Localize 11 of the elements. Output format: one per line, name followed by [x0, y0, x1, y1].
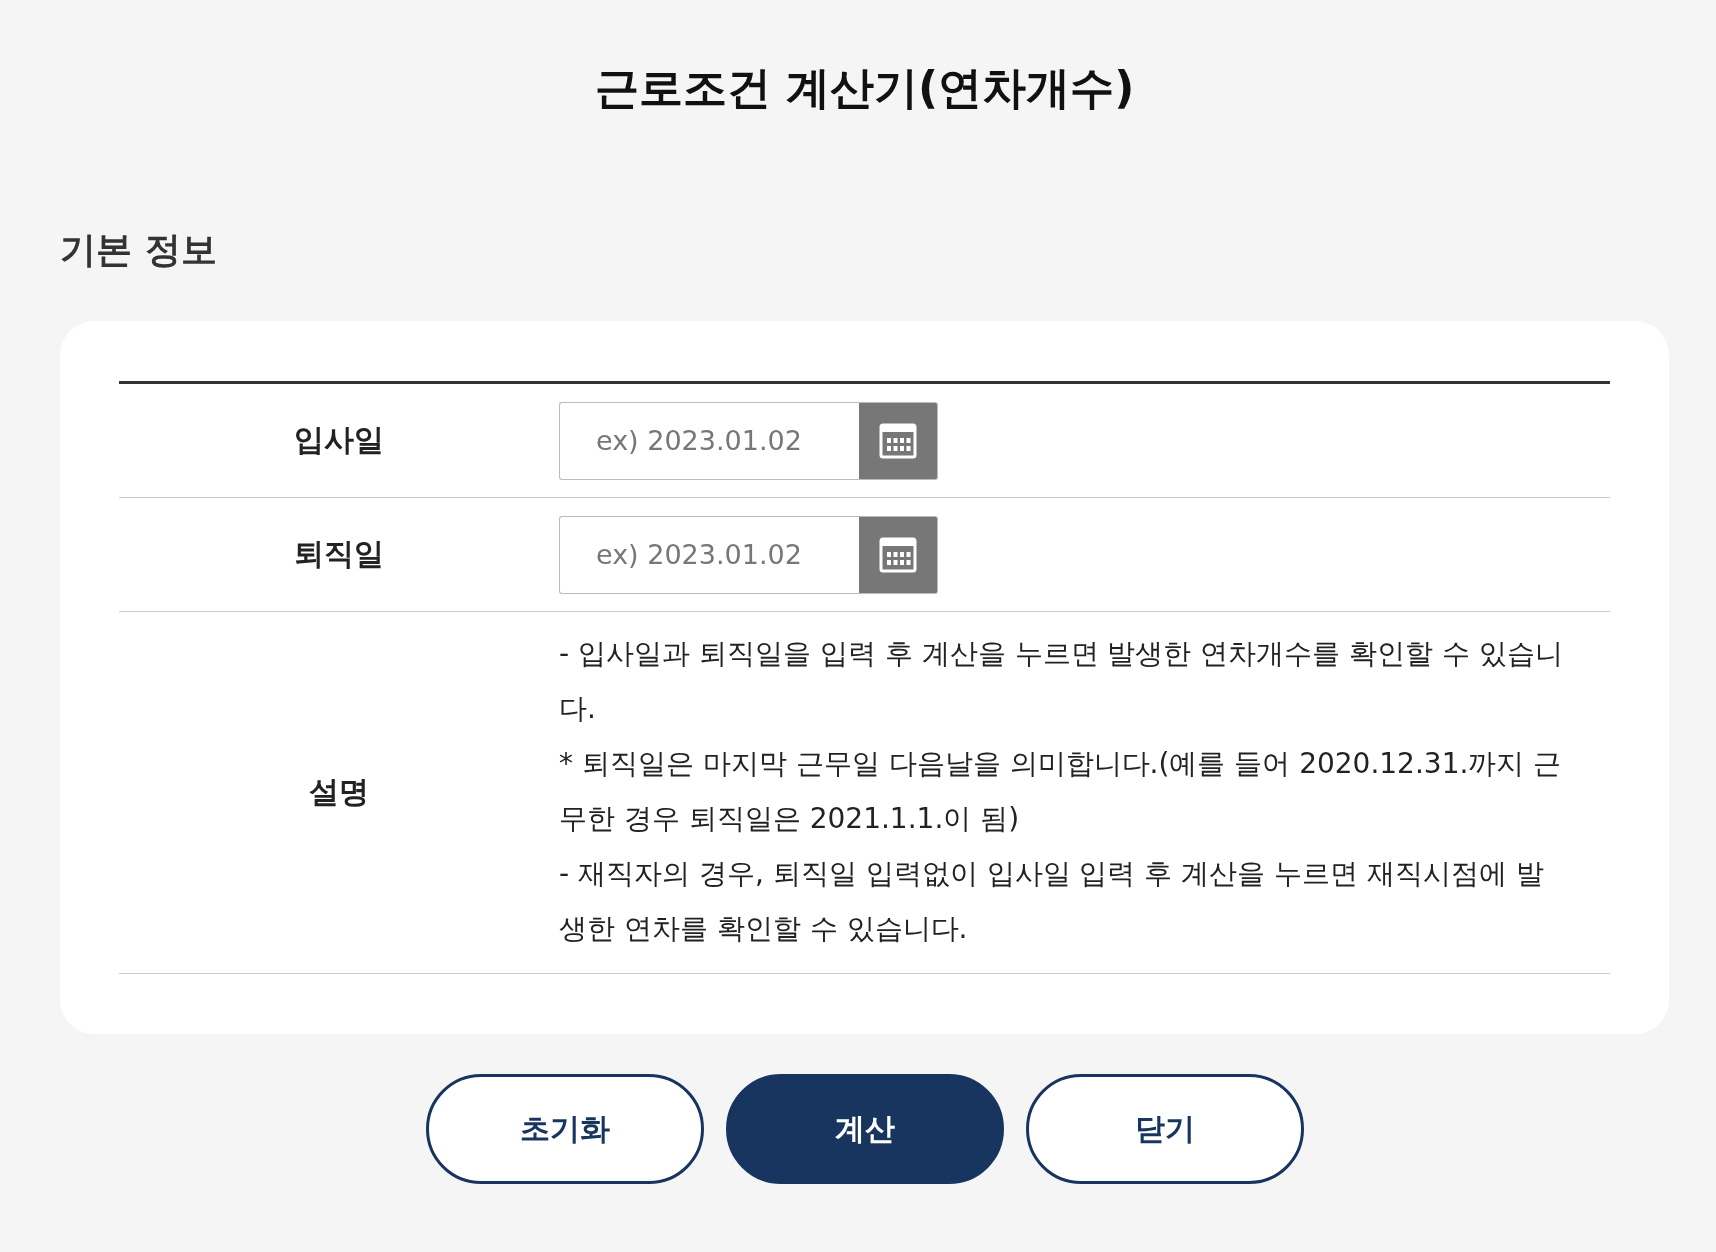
field-label: 입사일 — [294, 421, 384, 459]
section-title: 기본 정보 — [60, 228, 218, 272]
description-text: - 입사일과 퇴직일을 입력 후 계산을 누르면 발생한 연차개수를 확인할 수 있습니다. — [559, 636, 1564, 727]
field-label: 설명 — [309, 773, 369, 811]
calculate-button[interactable]: 계산 — [725, 1074, 1004, 1184]
description-text: * 퇴직일은 마지막 근무일 다음날을 의미합니다.(예를 들어 2020.12.31.까지 근무한 경우 퇴직일은 2021.1.1.이 됨) — [559, 746, 1563, 837]
page-title: 근로조건 계산기(연차개수) — [593, 60, 1136, 115]
action-button[interactable]: 닫기 — [1025, 1074, 1304, 1184]
action-button[interactable]: 초기화 — [425, 1074, 704, 1184]
field-label: 퇴직일 — [294, 535, 384, 573]
description-text: - 재직자의 경우, 퇴직일 입력없이 입사일 입력 후 계산을 누르면 재직시점에 발생한 연차를 확인할 수 있습니다. — [559, 856, 1545, 947]
